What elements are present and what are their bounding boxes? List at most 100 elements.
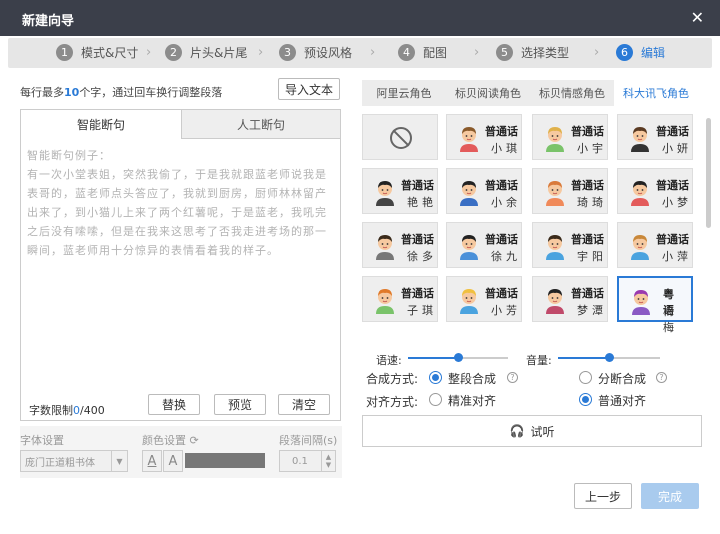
listen-label: 试听: [530, 424, 555, 439]
speed-fill: [408, 357, 458, 359]
voice-card[interactable]: 普通话 小余: [446, 168, 522, 214]
script-textarea[interactable]: 智能断句例子： 有一次小堂表姐，突然我偷了，于是我就跟蓝老师说我是表哥的，蓝老师…: [27, 146, 332, 260]
volume-knob[interactable]: [605, 353, 614, 362]
voice-language: 普通话: [656, 233, 689, 246]
tab-aliyun[interactable]: 阿里云角色: [362, 80, 446, 106]
synthesis-radio-whole[interactable]: [429, 371, 442, 384]
voice-card[interactable]: 普通话 宇阳: [532, 222, 608, 268]
paragraph-spacing-label: 段落间隔(s): [279, 434, 338, 447]
voice-language: 普通话: [401, 233, 434, 246]
font-select[interactable]: 庞门正道粗书体 ▼: [20, 450, 128, 472]
alignment-option-normal[interactable]: 普通对齐: [598, 392, 646, 409]
avatar-icon: [376, 289, 394, 314]
replace-button[interactable]: 替换: [148, 394, 200, 415]
clear-button[interactable]: 清空: [278, 394, 330, 415]
wizard-steps: 1 模式&尺寸 › 2 片头&片尾 › 3 预设风格 › 4 配图 › 5 选择类型 › …: [8, 38, 712, 68]
voice-language: 普通话: [485, 125, 518, 138]
tab-iflytek[interactable]: 科大讯飞角色: [614, 80, 698, 106]
line-hint: 每行最多10个字，通过回车换行调整段落: [20, 84, 222, 100]
voice-provider-tabs: 阿里云角色 标贝阅读角色 标贝情感角色 科大讯飞角色: [362, 80, 698, 106]
color-swatch[interactable]: [185, 453, 265, 468]
import-text-button[interactable]: 导入文本: [278, 78, 340, 100]
voice-language: 普通话: [401, 179, 434, 192]
avatar-icon: [631, 235, 649, 260]
title-bar: 新建向导 ✕: [0, 0, 720, 36]
voice-name: 子琪: [407, 304, 437, 317]
speed-slider[interactable]: [408, 353, 508, 362]
step-6[interactable]: 6 编辑: [616, 44, 665, 61]
voice-card[interactable]: [362, 114, 438, 160]
synthesis-option-segment[interactable]: 分断合成: [598, 370, 646, 387]
voice-card[interactable]: 普通话 徐九: [446, 222, 522, 268]
voice-name: 小芳: [491, 304, 521, 317]
voice-name: 艳艳: [407, 196, 437, 209]
refresh-icon[interactable]: ⟳: [190, 434, 199, 447]
window-title: 新建向导: [22, 14, 75, 29]
voice-language: 普通话: [571, 179, 604, 192]
font-outline-icon[interactable]: A: [163, 450, 183, 472]
font-color-icon[interactable]: A: [142, 450, 162, 472]
voice-card[interactable]: 普通话艳艳: [362, 168, 438, 214]
voice-card[interactable]: 普通话 小妍: [617, 114, 693, 160]
voice-card[interactable]: 普通话 徐多: [362, 222, 438, 268]
step-3[interactable]: 3 预设风格: [279, 44, 352, 61]
no-voice-icon: [390, 127, 412, 149]
voice-card[interactable]: 普通话 小芳: [446, 276, 522, 322]
paragraph-spacing-input[interactable]: 0.1 ▲ ▼: [279, 450, 336, 472]
voice-language: 普通话: [485, 233, 518, 246]
voice-card[interactable]: 普通话琦琦: [532, 168, 608, 214]
step-label: 配图: [423, 46, 448, 60]
step-2[interactable]: 2 片头&片尾: [165, 44, 247, 61]
voice-card[interactable]: 普通话 子琪: [362, 276, 438, 322]
step-1[interactable]: 1 模式&尺寸: [56, 44, 138, 61]
alignment-radio-precise[interactable]: [429, 393, 442, 406]
help-icon[interactable]: ?: [656, 372, 667, 383]
hint-prefix: 每行最多: [20, 86, 64, 99]
voice-language: 普通话: [571, 287, 604, 300]
stepper-icon[interactable]: ▲ ▼: [321, 451, 335, 471]
avatar-icon: [546, 235, 564, 260]
char-limit-label: 字数限制: [29, 404, 73, 417]
preview-button[interactable]: 预览: [214, 394, 266, 415]
voice-card[interactable]: 普通话 梦潭: [532, 276, 608, 322]
alignment-option-precise[interactable]: 精准对齐: [448, 392, 496, 409]
voice-name: 琦琦: [577, 196, 607, 209]
hint-suffix: 个字，通过回车换行调整段落: [79, 86, 223, 99]
previous-step-button[interactable]: 上一步: [574, 483, 632, 509]
volume-label: 音量:: [526, 354, 552, 367]
listen-button[interactable]: 🎧 试听: [362, 415, 702, 447]
speed-knob[interactable]: [454, 353, 463, 362]
synthesis-radio-segment[interactable]: [579, 371, 592, 384]
hint-count: 10: [64, 86, 80, 99]
avatar-icon: [460, 235, 478, 260]
chevron-down-icon[interactable]: ▼: [111, 451, 127, 471]
editor-tabs: 智能断句 人工断句: [21, 110, 340, 139]
avatar-icon: [546, 289, 564, 314]
avatar-icon: [460, 127, 478, 152]
tab-biaobei-emotion[interactable]: 标贝情感角色: [530, 80, 614, 106]
voice-grid-scrollbar[interactable]: [706, 118, 711, 228]
tab-biaobei-reading[interactable]: 标贝阅读角色: [446, 80, 530, 106]
step-label: 选择类型: [521, 46, 570, 60]
voice-card[interactable]: 粤语 梅梅: [617, 276, 693, 334]
voice-name: 小宇: [577, 142, 607, 155]
alignment-radio-normal[interactable]: [579, 393, 592, 406]
voice-card[interactable]: 普通话 小梦: [617, 168, 693, 214]
voice-card[interactable]: 普通话 小琪: [446, 114, 522, 160]
voice-card[interactable]: 普通话 小宇: [532, 114, 608, 160]
avatar-icon: [546, 181, 564, 206]
step-4[interactable]: 4 配图: [398, 44, 447, 61]
tab-manual-sentence[interactable]: 人工断句: [181, 110, 340, 139]
tab-smart-sentence[interactable]: 智能断句: [21, 110, 181, 139]
alignment-label: 对齐方式:: [366, 395, 419, 409]
voice-card[interactable]: 普通话 小萍: [617, 222, 693, 268]
volume-slider[interactable]: [558, 353, 660, 362]
done-button[interactable]: 完成: [641, 483, 699, 509]
voice-name: 小梦: [662, 196, 692, 209]
help-icon[interactable]: ?: [507, 372, 518, 383]
chevron-right-icon: ›: [594, 45, 600, 60]
voice-name: 梅梅: [663, 305, 678, 334]
close-icon[interactable]: ✕: [691, 8, 704, 27]
step-5[interactable]: 5 选择类型: [496, 44, 569, 61]
synthesis-option-whole[interactable]: 整段合成: [448, 370, 496, 387]
